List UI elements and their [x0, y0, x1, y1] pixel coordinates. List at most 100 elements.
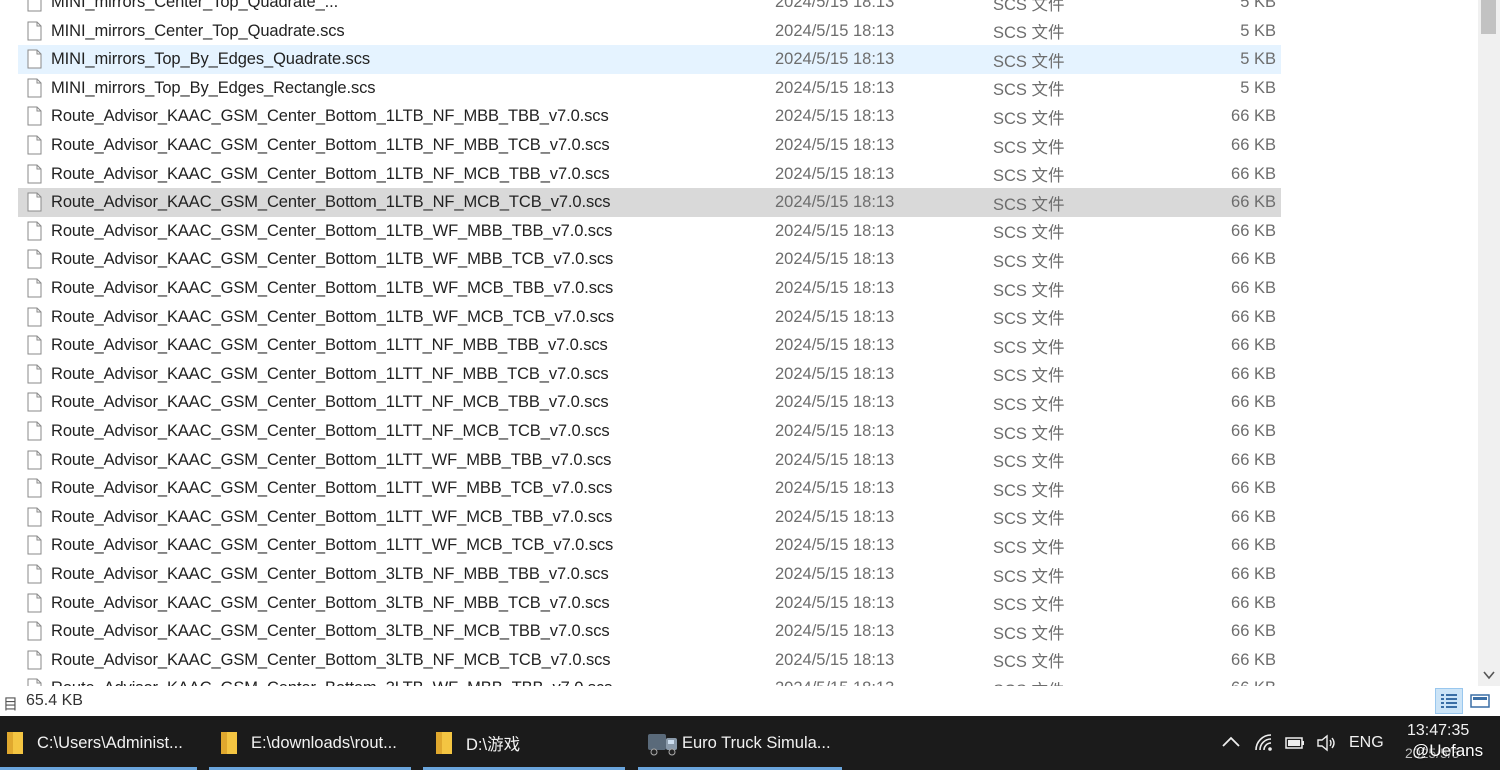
file-row[interactable]: Route_Advisor_KAAC_GSM_Center_Bottom_3LT… [18, 674, 1281, 686]
file-row[interactable]: MINI_mirrors_Top_By_Edges_Quadrate.scs 20… [18, 45, 1281, 75]
file-row[interactable]: Route_Advisor_KAAC_GSM_Center_Bottom_1LT… [18, 131, 1281, 160]
file-modified-date: 2024/5/15 18:13 [775, 650, 895, 669]
file-row[interactable]: Route_Advisor_KAAC_GSM_Center_Bottom_1LT… [18, 274, 1281, 303]
file-row[interactable]: Route_Advisor_KAAC_GSM_Center_Bottom_1LT… [18, 417, 1281, 446]
file-type: SCS 文件 [993, 653, 1065, 672]
file-row[interactable]: Route_Advisor_KAAC_GSM_Center_Bottom_1LT… [18, 245, 1281, 274]
taskbar-item-explorer-users[interactable]: C:\Users\Administ... [0, 716, 197, 770]
file-modified-date: 2024/5/15 18:13 [775, 307, 895, 326]
file-row[interactable]: Route_Advisor_KAAC_GSM_Center_Bottom_1LT… [18, 474, 1281, 503]
file-row[interactable]: Route_Advisor_KAAC_GSM_Center_Bottom_1LT… [18, 331, 1281, 360]
input-language[interactable]: ENG [1349, 734, 1384, 752]
file-row[interactable]: Route_Advisor_KAAC_GSM_Center_Bottom_1LT… [18, 388, 1281, 417]
file-type: SCS 文件 [993, 252, 1065, 271]
file-type: SCS 文件 [993, 510, 1065, 529]
file-modified-date: 2024/5/15 18:13 [775, 422, 895, 440]
file-modified-date: 2024/5/15 18:13 [775, 507, 895, 526]
file-type: SCS 文件 [993, 52, 1065, 71]
scrollbar-thumb[interactable] [1481, 0, 1496, 34]
file-type: SCS 文件 [993, 395, 1065, 414]
file-name: Route_Advisor_KAAC_GSM_Center_Bottom_1LT… [51, 336, 608, 355]
file-type: SCS 文件 [993, 677, 1065, 686]
file-type: SCS 文件 [993, 281, 1065, 300]
file-type: SCS 文件 [993, 109, 1065, 128]
file-modified-date: 2024/5/15 18:13 [775, 593, 895, 612]
file-name: MINI_mirrors_Top_By_Edges_Rectangle.scs [51, 78, 376, 97]
file-size: 66 KB [1231, 364, 1276, 383]
file-size: 5 KB [1240, 78, 1276, 97]
details-view-button[interactable] [1435, 688, 1463, 714]
volume-icon[interactable] [1315, 732, 1337, 754]
file-size: 5 KB [1240, 0, 1276, 11]
file-name: Route_Advisor_KAAC_GSM_Center_Bottom_1LT… [51, 193, 611, 212]
taskbar-item-euro-truck-simulator[interactable]: Euro Truck Simula... [638, 716, 842, 770]
file-name: Route_Advisor_KAAC_GSM_Center_Bottom_1LT… [51, 136, 610, 154]
file-size: 66 KB [1231, 622, 1276, 641]
clock-time[interactable]: 13:47:35 [1407, 722, 1469, 740]
file-row[interactable]: Route_Advisor_KAAC_GSM_Center_Bottom_1LT… [18, 531, 1281, 560]
file-name: Route_Advisor_KAAC_GSM_Center_Bottom_1LT… [51, 450, 612, 469]
file-icon [27, 307, 42, 327]
file-type: SCS 文件 [993, 481, 1065, 500]
file-modified-date: 2024/5/15 18:13 [775, 21, 895, 40]
chevron-up-icon[interactable] [1220, 732, 1242, 754]
file-row[interactable]: MINI_mirrors_Center_Top_Quadrate.scs 2024… [18, 17, 1281, 46]
file-modified-date: 2024/5/15 18:13 [775, 250, 895, 269]
large-icons-view-button[interactable] [1466, 688, 1494, 714]
file-icon [27, 249, 42, 269]
file-size: 66 KB [1231, 593, 1276, 612]
wifi-icon[interactable] [1253, 732, 1275, 754]
file-row[interactable]: Route_Advisor_KAAC_GSM_Center_Bottom_3LT… [18, 646, 1281, 675]
file-modified-date: 2024/5/15 18:13 [775, 193, 895, 212]
file-name: MINI_mirrors_Top_By_Edges_Quadrate.scs [51, 50, 371, 69]
file-type: SCS 文件 [993, 310, 1065, 329]
taskbar-item-explorer-games[interactable]: D:\游戏 [423, 716, 625, 770]
file-row[interactable]: Route_Advisor_KAAC_GSM_Center_Bottom_1LT… [18, 188, 1281, 218]
taskbar-item-explorer-downloads[interactable]: E:\downloads\rout... [209, 716, 411, 770]
file-icon [27, 135, 42, 155]
battery-icon[interactable] [1284, 732, 1306, 754]
file-icon [27, 192, 42, 212]
file-row[interactable]: Route_Advisor_KAAC_GSM_Center_Bottom_1LT… [18, 446, 1281, 475]
file-list[interactable]: MINI_mirrors_Center_Top_Quadrate_... 2024… [0, 0, 1478, 686]
file-row[interactable]: MINI_mirrors_Center_Top_Quadrate_... 2024… [18, 0, 1281, 17]
file-row[interactable]: Route_Advisor_KAAC_GSM_Center_Bottom_3LT… [18, 589, 1281, 618]
file-modified-date: 2024/5/15 18:13 [775, 450, 895, 469]
file-icon [27, 0, 42, 12]
file-row[interactable]: Route_Advisor_KAAC_GSM_Center_Bottom_1LT… [18, 503, 1281, 532]
selection-size: 65.4 KB [26, 692, 83, 709]
file-modified-date: 2024/5/15 18:13 [775, 565, 895, 583]
file-row[interactable]: MINI_mirrors_Top_By_Edges_Rectangle.scs 2… [18, 74, 1281, 103]
file-size: 66 KB [1231, 536, 1276, 555]
file-icon [27, 450, 42, 470]
taskbar-item-label: D:\游戏 [466, 736, 521, 754]
file-size: 66 KB [1231, 565, 1276, 583]
file-size: 66 KB [1231, 479, 1276, 498]
vertical-scrollbar[interactable] [1478, 0, 1500, 686]
file-modified-date: 2024/5/15 18:13 [775, 107, 895, 126]
file-name: Route_Advisor_KAAC_GSM_Center_Bottom_3LT… [51, 650, 611, 669]
file-icon [27, 478, 42, 498]
file-size: 66 KB [1231, 336, 1276, 355]
file-size: 66 KB [1231, 221, 1276, 240]
file-modified-date: 2024/5/15 18:13 [775, 393, 895, 412]
file-icon [27, 335, 42, 355]
file-name: Route_Advisor_KAAC_GSM_Center_Bottom_1LT… [51, 536, 614, 555]
file-row[interactable]: Route_Advisor_KAAC_GSM_Center_Bottom_1LT… [18, 303, 1281, 332]
file-name: Route_Advisor_KAAC_GSM_Center_Bottom_3LT… [51, 565, 609, 583]
file-modified-date: 2024/5/15 18:13 [775, 164, 895, 183]
file-row[interactable]: Route_Advisor_KAAC_GSM_Center_Bottom_1LT… [18, 102, 1281, 131]
folder-icon [436, 732, 452, 754]
file-modified-date: 2024/5/15 18:13 [775, 364, 895, 383]
file-row[interactable]: Route_Advisor_KAAC_GSM_Center_Bottom_1LT… [18, 160, 1281, 189]
file-row[interactable]: Route_Advisor_KAAC_GSM_Center_Bottom_3LT… [18, 617, 1281, 646]
file-size: 66 KB [1231, 507, 1276, 526]
file-row[interactable]: Route_Advisor_KAAC_GSM_Center_Bottom_1LT… [18, 360, 1281, 389]
file-icon [27, 564, 42, 584]
scroll-down-arrow-icon[interactable] [1482, 668, 1496, 682]
file-row[interactable]: Route_Advisor_KAAC_GSM_Center_Bottom_3LT… [18, 560, 1281, 589]
file-row[interactable]: Route_Advisor_KAAC_GSM_Center_Bottom_1LT… [18, 217, 1281, 246]
file-name: Route_Advisor_KAAC_GSM_Center_Bottom_3LT… [51, 622, 610, 641]
file-name: Route_Advisor_KAAC_GSM_Center_Bottom_1LT… [51, 393, 609, 412]
file-name: MINI_mirrors_Center_Top_Quadrate_... [51, 0, 339, 11]
